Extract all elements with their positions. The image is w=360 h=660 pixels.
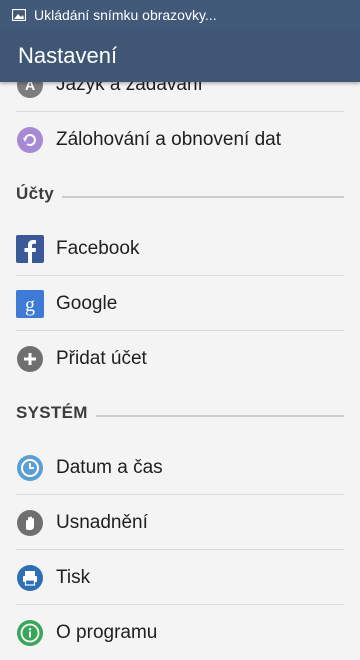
status-bar: Ukládání snímku obrazovky... bbox=[0, 0, 360, 30]
settings-item-label: Zálohování a obnovení dat bbox=[56, 128, 282, 150]
section-header-text: SYSTÉM bbox=[16, 403, 88, 422]
section-header-text: Účty bbox=[16, 184, 55, 203]
settings-item-add-account[interactable]: Přidat účet bbox=[0, 331, 360, 386]
settings-item-accessibility[interactable]: Usnadnění bbox=[0, 495, 360, 550]
settings-list: A Jazyk a zadávání Zálohování a obnovení… bbox=[0, 57, 360, 660]
section-divider bbox=[95, 415, 344, 417]
settings-item-label: Facebook bbox=[56, 237, 140, 259]
clock-icon bbox=[16, 454, 44, 482]
print-icon bbox=[16, 564, 44, 592]
accessibility-hand-icon bbox=[16, 509, 44, 537]
settings-item-google[interactable]: g Google bbox=[0, 276, 360, 331]
facebook-icon bbox=[16, 234, 44, 263]
settings-item-label: Přidat účet bbox=[56, 347, 147, 369]
add-account-icon bbox=[16, 345, 44, 373]
settings-item-backup[interactable]: Zálohování a obnovení dat bbox=[0, 112, 360, 167]
settings-item-label: O programu bbox=[56, 621, 158, 643]
section-divider bbox=[62, 196, 344, 198]
settings-item-label: Tisk bbox=[56, 566, 91, 588]
image-notification-icon bbox=[12, 9, 26, 21]
section-header-system: SYSTÉM bbox=[0, 386, 360, 440]
settings-item-date-time[interactable]: Datum a čas bbox=[0, 440, 360, 495]
info-icon bbox=[16, 619, 44, 647]
page-title: Nastavení bbox=[18, 43, 118, 68]
svg-text:g: g bbox=[25, 294, 35, 316]
status-notification-text: Ukládání snímku obrazovky... bbox=[34, 7, 217, 23]
google-icon: g bbox=[16, 289, 44, 318]
settings-item-label: Google bbox=[56, 292, 118, 314]
settings-item-facebook[interactable]: Facebook bbox=[0, 221, 360, 276]
settings-item-print[interactable]: Tisk bbox=[0, 550, 360, 605]
settings-item-label: Usnadnění bbox=[56, 511, 148, 533]
backup-icon bbox=[16, 126, 44, 154]
section-header-accounts: Účty bbox=[0, 167, 360, 221]
settings-item-label: Datum a čas bbox=[56, 456, 163, 478]
app-bar: Nastavení bbox=[0, 30, 360, 82]
settings-item-about[interactable]: O programu bbox=[0, 605, 360, 660]
